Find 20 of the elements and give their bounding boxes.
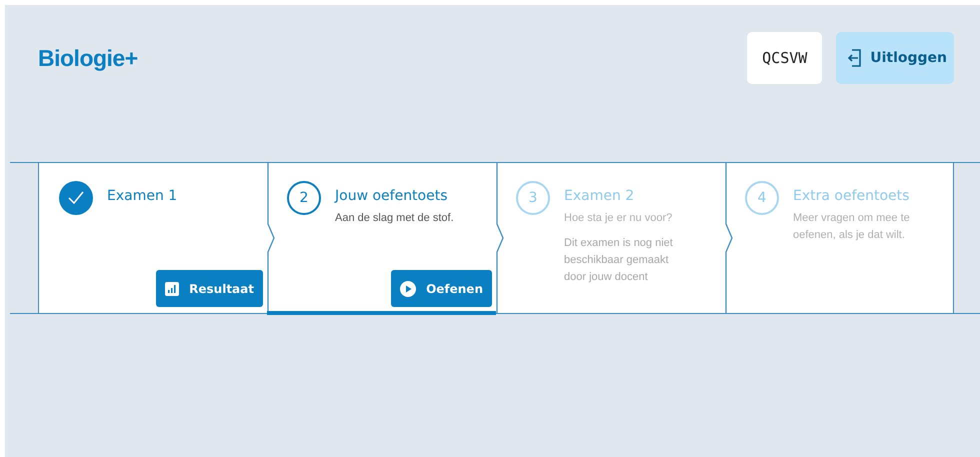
logout-icon — [846, 49, 862, 67]
chart-icon — [165, 282, 180, 296]
logout-button[interactable]: Uitloggen — [836, 32, 954, 84]
check-icon — [59, 181, 93, 215]
play-icon — [400, 280, 416, 296]
practice-button[interactable]: Oefenen — [391, 270, 492, 307]
class-code: QCSVW — [747, 32, 822, 84]
step-description: Dit examen is nog niet beschikbaar gemaakt door jouw docent — [564, 236, 674, 285]
step-description: Aan de slag met de stof. — [335, 211, 454, 226]
step-number: 3 — [516, 181, 550, 215]
step-title: Jouw oefentoets — [335, 188, 449, 204]
step-description: Hoe sta je er nu voor? — [564, 211, 674, 226]
step-number: 2 — [287, 181, 321, 215]
app-logo: Biologie+ — [38, 44, 138, 72]
result-button[interactable]: Resultaat — [156, 270, 263, 307]
step-title: Extra oefentoets — [793, 188, 910, 204]
step-description: Meer vragen om mee te oefenen, als je dat wilt. — [793, 211, 911, 243]
step-title: Examen 2 — [564, 188, 636, 204]
step-title: Examen 1 — [107, 188, 178, 204]
step-number: 4 — [745, 181, 779, 215]
